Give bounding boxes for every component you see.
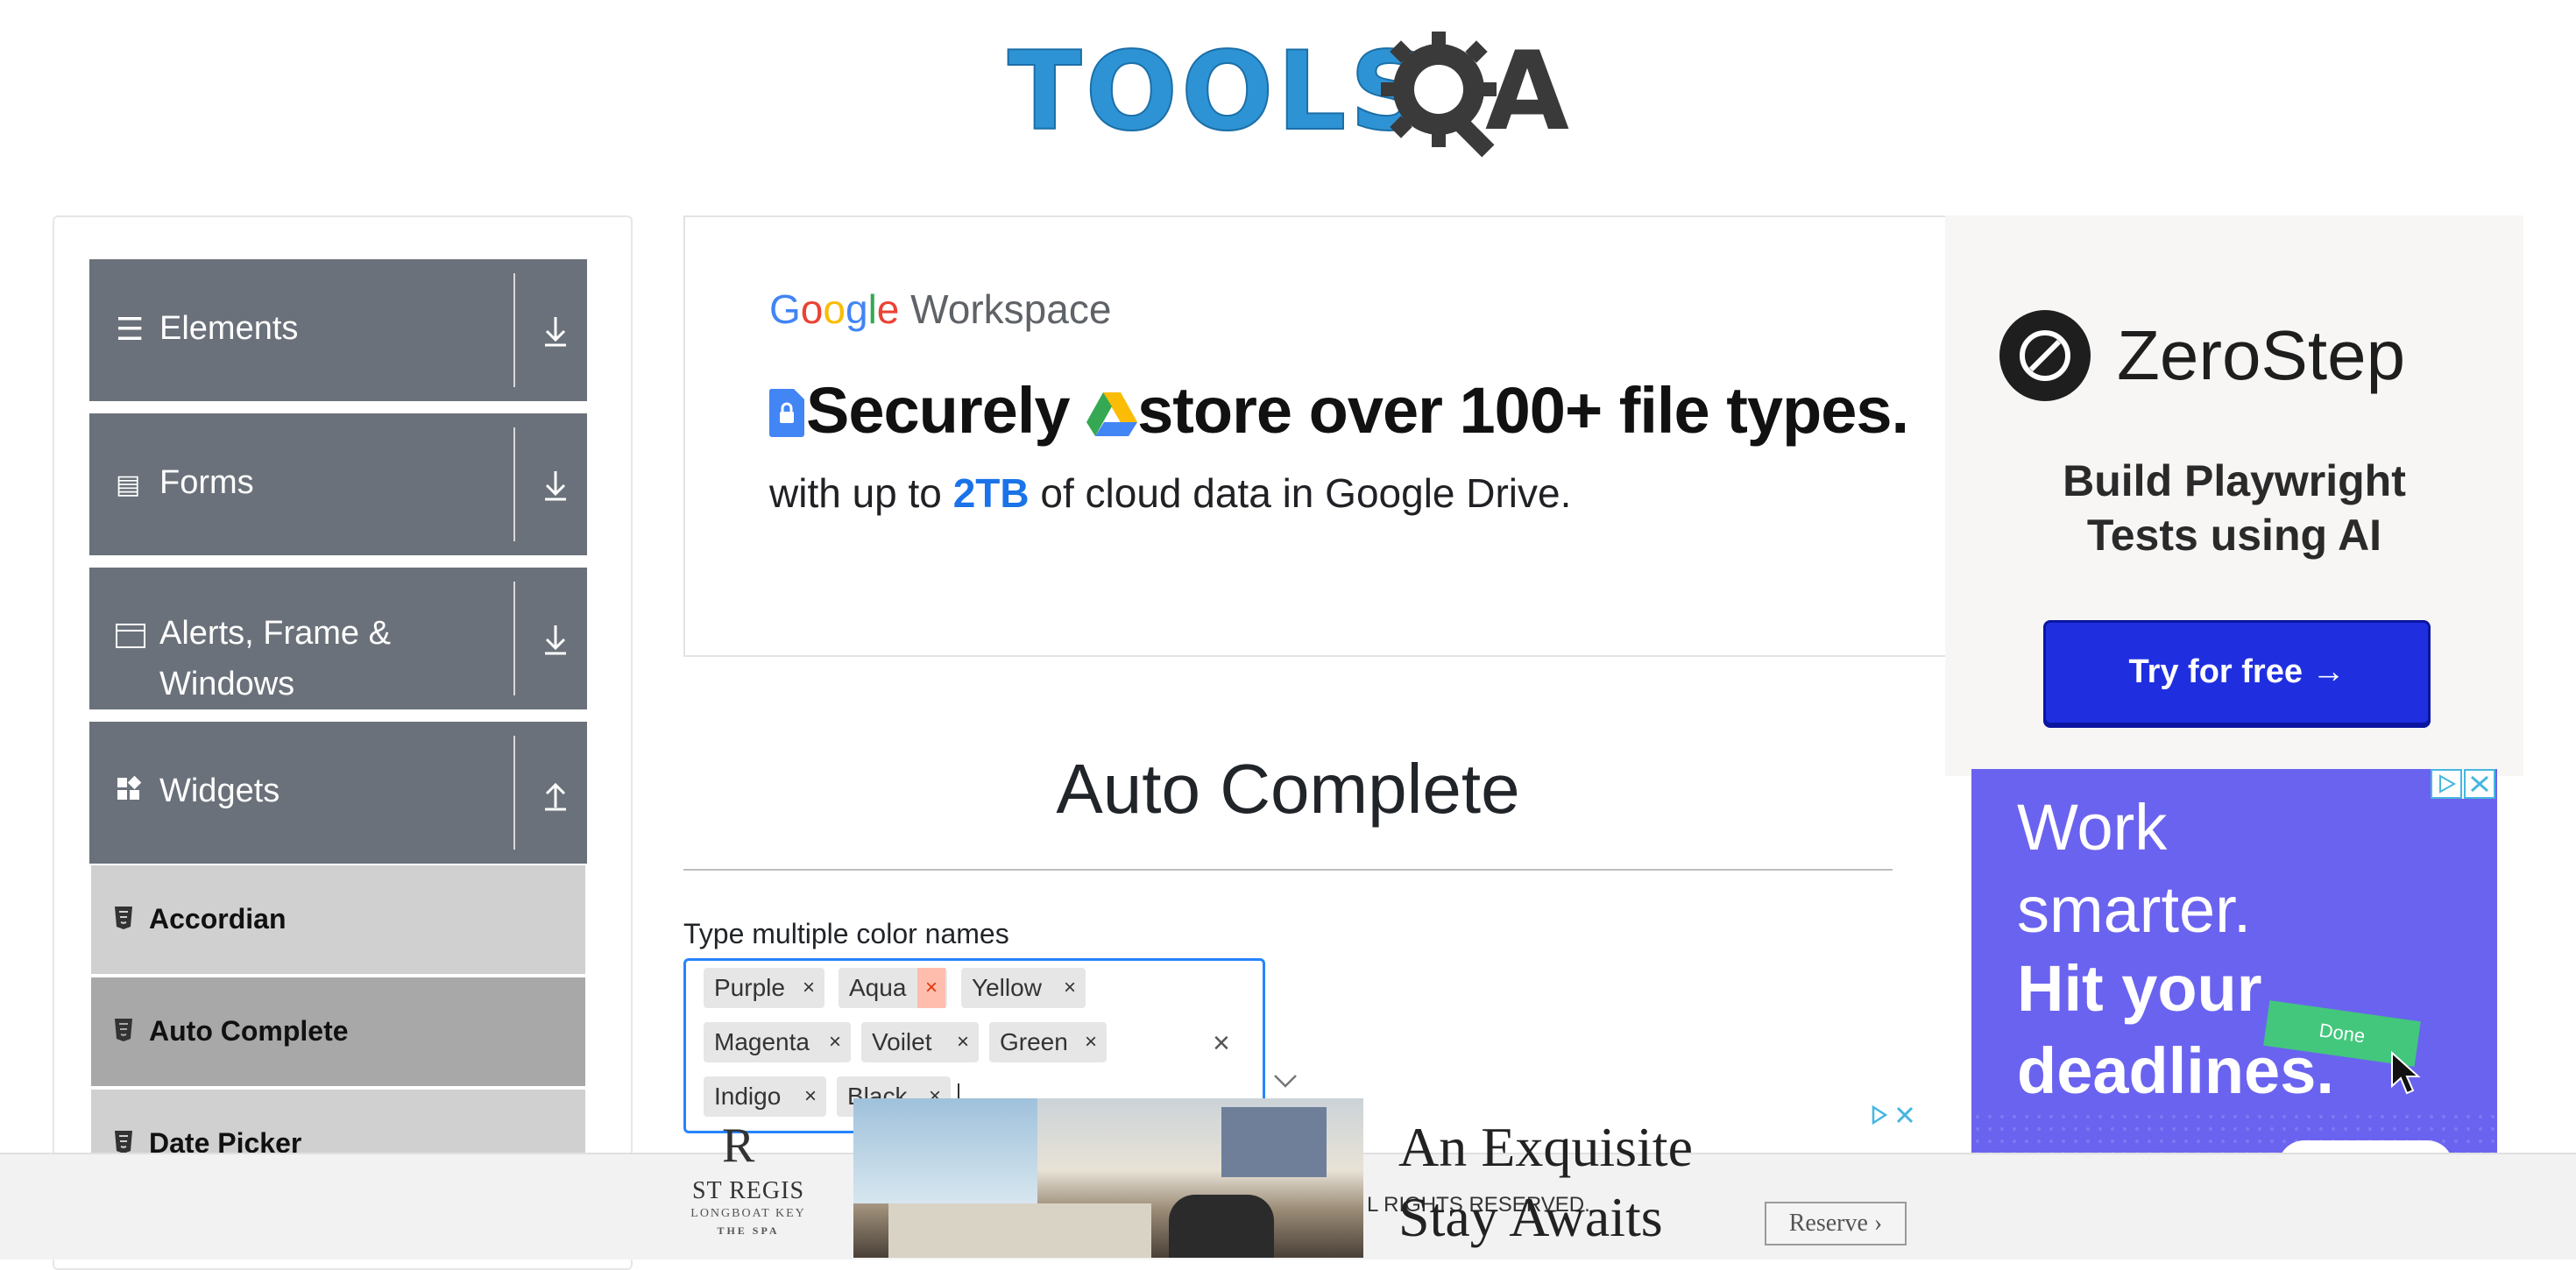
ad-choices-icons[interactable]: [2431, 769, 2495, 799]
upload-arrow-icon: [545, 782, 566, 811]
google-workspace-brand: Google Workspace: [769, 286, 1112, 332]
sidebar-item-accordian[interactable]: Accordian: [91, 865, 585, 974]
download-arrow-icon: [545, 625, 566, 655]
chip-label: Yellow: [972, 974, 1042, 1001]
st-regis-name: ST REGIS: [691, 1177, 805, 1204]
st-regis-headline: An Exquisite Stay Awaits: [1398, 1112, 1693, 1252]
st-regis-spa: THE SPA: [717, 1224, 780, 1237]
chip-label: Magenta: [714, 1028, 810, 1055]
color-chip: Indigo ×: [704, 1076, 826, 1117]
sidebar-group-forms[interactable]: ▤ Forms: [89, 413, 587, 555]
headline-line-1: An Exquisite: [1398, 1116, 1693, 1178]
zerostep-name: ZeroStep: [2117, 316, 2406, 394]
reserve-button[interactable]: Reserve ›: [1765, 1202, 1907, 1245]
sidebar-group-widgets[interactable]: Widgets: [89, 722, 587, 864]
divider: [513, 273, 515, 387]
sub-part-a: with up to: [769, 470, 953, 516]
color-chip: Aqua ×: [839, 968, 947, 1008]
chip-remove-icon[interactable]: ×: [796, 1076, 824, 1117]
sidebar-item-date-picker[interactable]: Date Picker: [91, 1090, 585, 1153]
chip-remove-icon[interactable]: ×: [917, 968, 945, 1008]
color-chip: Magenta ×: [704, 1022, 851, 1062]
divider: [513, 427, 515, 541]
sidebar-group-alerts[interactable]: Alerts, Frame & Windows: [89, 568, 587, 709]
color-chip: Purple ×: [704, 968, 824, 1008]
photo-window: [853, 1098, 1037, 1203]
chip-label: Voilet: [872, 1028, 932, 1055]
group-label: Forms: [159, 464, 254, 501]
chip-remove-icon[interactable]: ×: [949, 1022, 977, 1062]
clear-all-icon[interactable]: ×: [1213, 1027, 1230, 1061]
chip-remove-icon[interactable]: ×: [1077, 1022, 1105, 1062]
download-arrow-icon: [545, 471, 566, 501]
zerostep-logo-icon: [1999, 310, 2091, 401]
sidebar-item-auto-complete[interactable]: Auto Complete: [91, 977, 585, 1086]
try-for-free-button[interactable]: Try for free →: [2043, 620, 2431, 725]
secure-doc-icon: [768, 389, 804, 437]
color-chip: Yellow ×: [961, 968, 1086, 1008]
chip-label: Aqua: [849, 974, 907, 1001]
document-icon: ▤: [116, 470, 141, 499]
multi-color-label: Type multiple color names: [683, 918, 1009, 949]
st-regis-logo[interactable]: R ST REGIS LONGBOAT KEY THE SPA: [687, 1119, 810, 1258]
chip-remove-icon[interactable]: ×: [821, 1022, 849, 1062]
ad-choices-icons[interactable]: [1868, 1100, 1917, 1130]
photo-art: [1221, 1107, 1327, 1177]
sidebar-group-elements[interactable]: ☰ Elements: [89, 259, 587, 401]
color-chip: Voilet ×: [861, 1022, 979, 1062]
title-divider: [683, 869, 1893, 871]
group-label: Alerts, Frame & Windows: [159, 615, 391, 702]
hotel-room-photo[interactable]: [853, 1098, 1363, 1258]
line: smarter.: [2017, 873, 2252, 946]
divider: [513, 582, 515, 695]
photo-sofa: [888, 1203, 1151, 1258]
mouse-cursor-icon: [2391, 1051, 2421, 1095]
chip-remove-icon[interactable]: ×: [1056, 968, 1084, 1008]
html5-icon: [115, 907, 132, 929]
headline-line-2: Stay Awaits: [1398, 1186, 1663, 1248]
line: Work: [2017, 791, 2168, 864]
tagline-line-2: Tests using AI: [2086, 511, 2382, 560]
chip-remove-icon[interactable]: ×: [795, 968, 823, 1008]
color-chip: Green ×: [989, 1022, 1107, 1062]
item-label: Accordian: [149, 903, 287, 935]
tagline-line-1: Build Playwright: [2063, 456, 2406, 505]
st-regis-location: LONGBOAT KEY: [690, 1207, 806, 1220]
headline-part-b: store over 100+ file types.: [1137, 374, 1909, 447]
hamburger-icon: ☰: [116, 311, 145, 347]
chip-label: Green: [1000, 1028, 1068, 1055]
reserve-label: Reserve: [1788, 1210, 1868, 1237]
ad-subheadline: with up to 2TB of cloud data in Google D…: [769, 469, 1571, 517]
widgets-icon: [117, 776, 142, 800]
chevron-down-icon[interactable]: [1272, 1072, 1299, 1090]
headline-part-a: Securely: [806, 374, 1087, 447]
chip-label: Indigo: [714, 1083, 782, 1110]
window-icon: [116, 624, 145, 648]
item-label: Date Picker: [149, 1127, 302, 1153]
logo-a-text: A: [1485, 29, 1569, 155]
google-workspace-ad[interactable]: Google Workspace Securely store over 100…: [683, 215, 1949, 657]
zerostep-ad[interactable]: ZeroStep Build Playwright Tests using AI…: [1945, 215, 2523, 776]
brand-workspace-text: Workspace: [910, 286, 1112, 332]
group-label: Elements: [159, 310, 299, 347]
photo-chair: [1169, 1195, 1274, 1258]
toolsqa-logo[interactable]: TOOLS A: [1007, 26, 1577, 158]
sub-highlight: 2TB: [952, 470, 1030, 516]
page-title: Auto Complete: [1056, 750, 1520, 828]
logo-tools-text: TOOLS: [1007, 29, 1432, 155]
item-label: Auto Complete: [149, 1015, 349, 1047]
zerostep-tagline: Build Playwright Tests using AI: [1945, 454, 2523, 562]
sub-part-b: of cloud data in Google Drive.: [1029, 470, 1572, 516]
google-drive-icon: [1086, 392, 1138, 436]
ad-headline: Securely store over 100+ file types.: [768, 373, 1909, 448]
html5-icon: [115, 1131, 132, 1153]
group-label: Widgets: [159, 773, 280, 809]
chip-label: Purple: [714, 974, 785, 1001]
st-regis-monogram: R: [722, 1118, 755, 1173]
divider: [513, 736, 515, 850]
html5-icon: [115, 1019, 132, 1041]
work-ad-line-1: Work smarter.: [2017, 787, 2251, 951]
download-arrow-icon: [545, 317, 566, 347]
